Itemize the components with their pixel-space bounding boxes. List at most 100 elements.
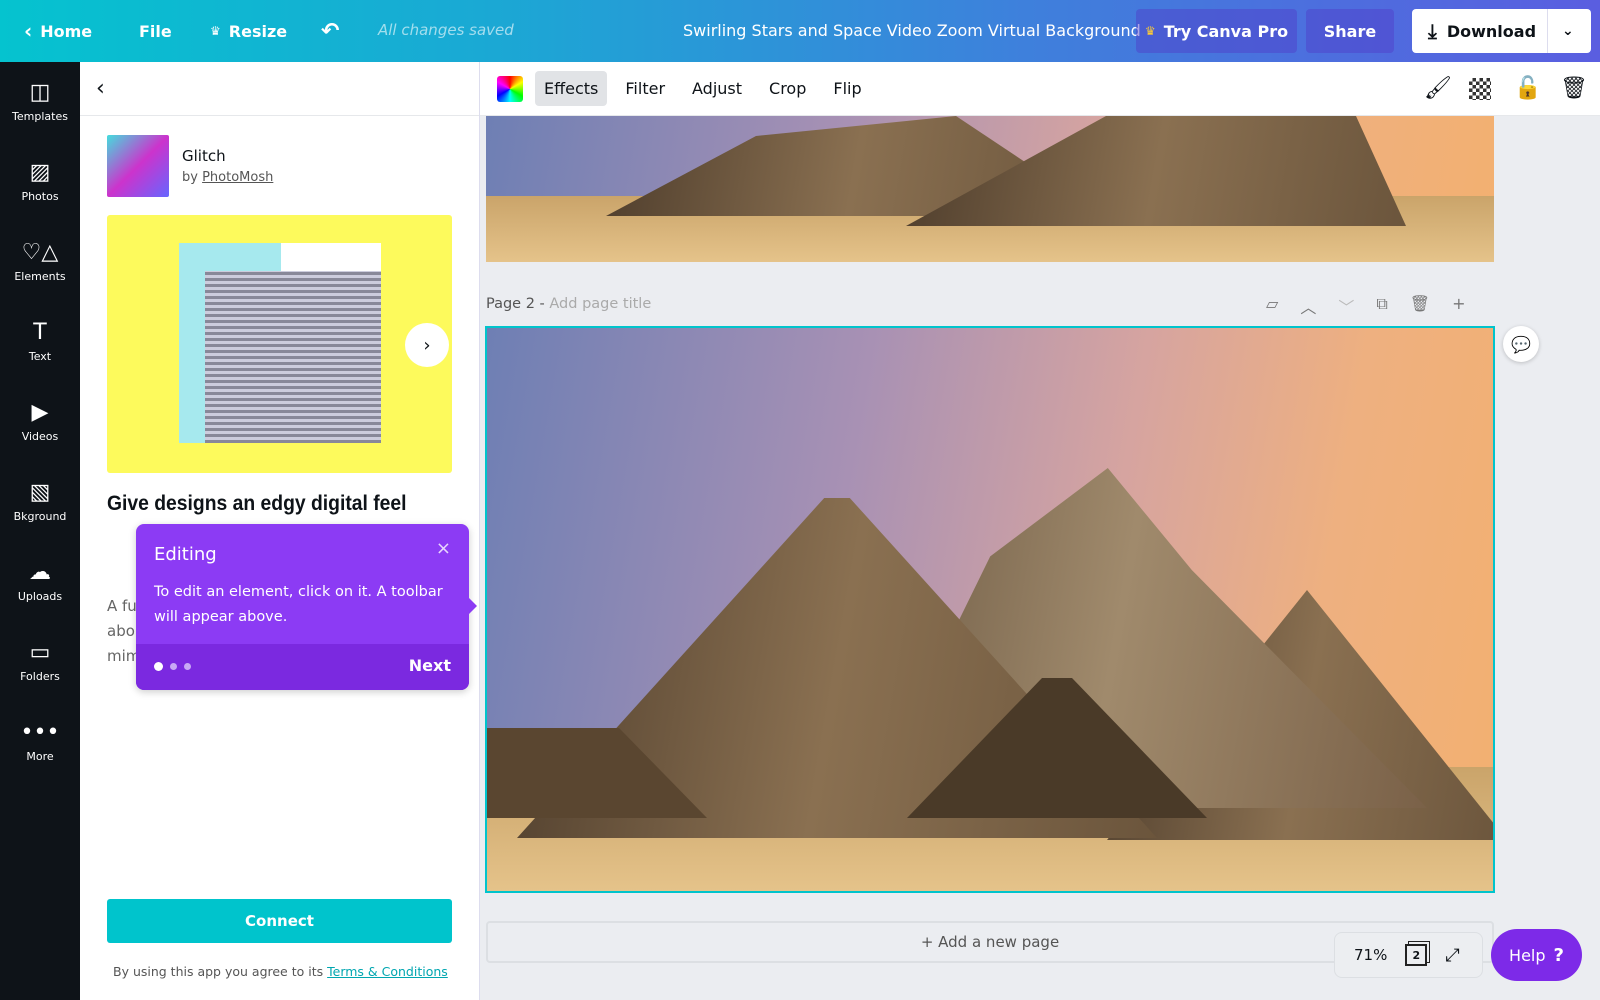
app-author: by PhotoMosh [182,170,273,185]
folders-icon: ▭ [29,639,51,665]
rail-background[interactable]: ▧ Bkground [0,462,80,542]
edit-toolbar: Effects Filter Adjust Crop Flip 🖌 🔓 🗑 [480,62,1600,116]
transparency-icon[interactable] [1469,78,1491,100]
page-2-header: Page 2 - Add page title [486,296,651,312]
preview-banner: › [107,215,452,473]
move-down-icon[interactable]: ﹀ [1338,294,1354,318]
next-button[interactable]: Next [409,656,451,675]
terms-text: By using this app you agree to its Terms… [113,964,448,979]
crop-button[interactable]: Crop [760,71,815,106]
trash-icon[interactable]: 🗑 [1560,76,1588,101]
divider [1547,9,1548,53]
tooltip-body: To edit an element, click on it. A toolb… [154,584,443,625]
share-label: Share [1323,21,1377,41]
fullscreen-icon[interactable]: ⤢ [1445,945,1459,966]
add-comment-icon: 💬 [1511,334,1531,354]
page-1-image[interactable] [486,116,1494,262]
move-up-icon[interactable]: ︿ [1300,294,1316,318]
back-icon[interactable]: ‹ [96,76,105,101]
rail-label: Uploads [17,589,63,603]
glitch-photo [205,271,381,443]
try-pro-button[interactable]: ♛ Try Canva Pro [1136,9,1297,53]
file-menu[interactable]: File [139,0,172,62]
page-label: Page 2 - [486,296,545,312]
undo-icon: ↶ [321,18,340,44]
rail-templates[interactable]: ◫ Templates [0,62,80,142]
color-picker-icon[interactable] [497,75,523,102]
text-icon: T [33,319,47,345]
rail-elements[interactable]: ♡△ Elements [0,222,80,302]
rail-text[interactable]: T Text [0,302,80,382]
help-label: Help [1509,945,1546,965]
app-name: Glitch [182,147,226,165]
terms-link[interactable]: Terms & Conditions [327,964,448,979]
tooltip-title: Editing [154,544,217,565]
by-label: by [182,170,198,185]
effects-button[interactable]: Effects [535,71,608,106]
top-bar: ‹ Home File ♛ Resize ↶ All changes saved S… [0,0,1600,62]
paint-roller-icon[interactable]: 🖌 [1424,76,1452,101]
side-rail: ◫ Templates ▨ Photos ♡△ Elements T Text ▶ Vid… [0,62,80,1000]
zoom-level[interactable]: 71% [1354,946,1387,964]
home-button[interactable]: ‹ Home [24,0,92,62]
step-dot [184,663,191,670]
rail-label: Bkground [13,509,67,523]
author-link[interactable]: PhotoMosh [202,170,273,185]
chevron-right-icon: › [423,334,431,356]
background-icon: ▧ [29,479,51,505]
close-icon[interactable]: × [436,538,451,559]
undo-button[interactable]: ↶ [321,0,339,62]
preview-white-block [281,243,381,271]
rail-videos[interactable]: ▶ Videos [0,382,80,462]
rail-label: Folders [20,669,60,683]
step-dot [170,663,177,670]
chevron-left-icon: ‹ [24,19,33,43]
page-actions: ▱ ︿ ﹀ ⧉ 🗑 + [1266,294,1466,318]
crown-icon: ♛ [210,24,221,38]
zoom-controls: 71% 2 ⤢ [1334,932,1483,978]
rail-label: More [26,749,54,763]
page-count-button[interactable]: 2 [1405,944,1428,966]
connect-button[interactable]: Connect [107,899,452,943]
app-thumbnail [107,135,169,197]
page-title-input[interactable]: Add page title [549,296,651,312]
resize-button[interactable]: ♛ Resize [210,0,287,62]
design-title[interactable]: Swirling Stars and Space Video Zoom Virt… [683,21,1141,40]
resize-label: Resize [228,21,288,41]
rail-uploads[interactable]: ☁ Uploads [0,542,80,622]
rail-folders[interactable]: ▭ Folders [0,622,80,702]
notes-icon[interactable]: ▱ [1266,294,1278,318]
uploads-icon: ☁ [29,559,51,585]
carousel-next-button[interactable]: › [405,323,449,367]
comment-button[interactable]: 💬 [1503,326,1539,362]
chevron-down-icon[interactable]: ⌄ [1562,23,1574,39]
share-button[interactable]: Share [1306,9,1394,53]
delete-page-icon[interactable]: 🗑 [1410,294,1430,318]
crown-icon: ♛ [1144,24,1156,38]
panel-heading: Give designs an edgy digital feel [107,492,407,515]
file-label: File [139,21,172,41]
question-icon: ? [1553,944,1564,966]
add-page-label: + Add a new page [920,933,1060,951]
rail-label: Text [28,349,52,363]
rail-more[interactable]: ••• More [0,702,80,782]
download-button[interactable]: ⤓ Download ⌄ [1412,9,1591,53]
help-button[interactable]: Help? [1491,929,1582,981]
onboarding-tooltip: Editing × To edit an element, click on i… [136,524,477,690]
page-2-image[interactable] [485,326,1495,893]
more-icon: ••• [20,719,60,745]
rail-label: Templates [12,109,68,123]
videos-icon: ▶ [31,399,49,425]
rail-label: Videos [21,429,59,443]
rail-photos[interactable]: ▨ Photos [0,142,80,222]
flip-button[interactable]: Flip [824,71,870,106]
adjust-button[interactable]: Adjust [683,71,751,106]
rail-label: Elements [14,269,66,283]
save-status: All changes saved [378,21,514,39]
duplicate-icon[interactable]: ⧉ [1376,294,1387,318]
rail-label: Photos [21,189,59,203]
filter-button[interactable]: Filter [616,71,674,106]
page-count: 2 [1412,948,1421,962]
lock-icon[interactable]: 🔓 [1514,76,1541,101]
add-page-icon[interactable]: + [1452,294,1465,318]
